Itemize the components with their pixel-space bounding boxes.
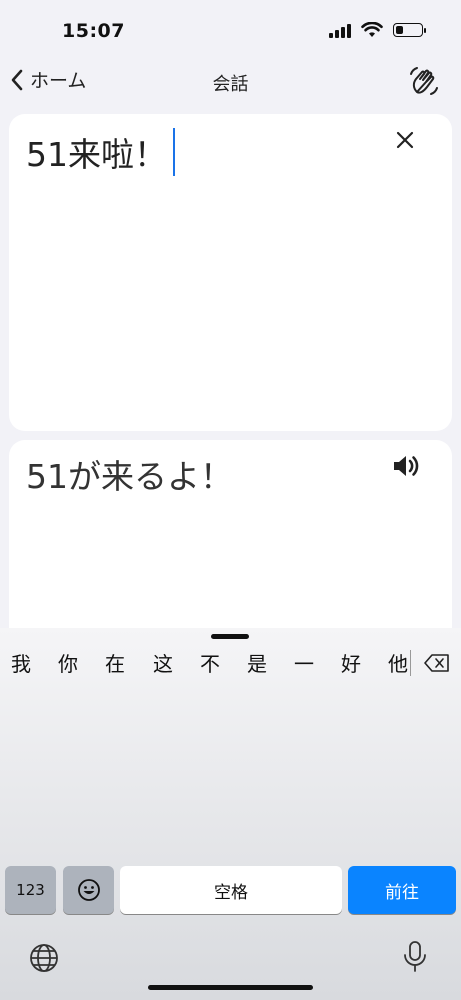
candidate-word[interactable]: 你 bbox=[58, 648, 78, 677]
dictation-button[interactable] bbox=[402, 940, 428, 974]
candidate-bar: 我 你 在 这 不 是 一 好 他 bbox=[0, 648, 461, 678]
candidate-word[interactable]: 这 bbox=[153, 648, 173, 677]
microphone-icon bbox=[404, 941, 426, 972]
text-caret bbox=[173, 128, 175, 176]
keyboard: 我 你 在 这 不 是 一 好 他 bbox=[0, 628, 461, 1000]
candidate-word[interactable]: 一 bbox=[294, 648, 314, 677]
candidate-word[interactable]: 他 bbox=[388, 648, 408, 677]
globe-button[interactable] bbox=[28, 942, 60, 974]
battery-icon bbox=[393, 23, 426, 37]
input-text: 51来啦！ bbox=[26, 135, 167, 174]
clear-button[interactable] bbox=[390, 126, 420, 156]
wave-hand-icon bbox=[410, 67, 438, 95]
input-card[interactable]: 51来啦！ bbox=[9, 114, 452, 431]
candidate-word[interactable]: 我 bbox=[11, 648, 31, 677]
numbers-key[interactable]: 123 bbox=[5, 866, 56, 914]
globe-icon bbox=[30, 944, 58, 972]
status-icons bbox=[329, 22, 426, 38]
status-time: 15:07 bbox=[62, 20, 125, 42]
backspace-icon bbox=[424, 654, 449, 672]
wifi-icon bbox=[361, 22, 383, 37]
candidate-word[interactable]: 是 bbox=[247, 648, 267, 677]
home-indicator bbox=[148, 985, 313, 990]
input-field[interactable]: 51来啦！ bbox=[26, 128, 175, 176]
nav-bar: ホーム 会話 bbox=[0, 60, 461, 104]
emoji-key[interactable] bbox=[63, 866, 114, 914]
speaker-icon bbox=[394, 456, 419, 476]
wave-hand-button[interactable] bbox=[407, 64, 441, 98]
translation-text: 51が来るよ！ bbox=[26, 457, 233, 496]
emoji-icon bbox=[77, 879, 100, 901]
status-bar: 15:07 bbox=[0, 0, 461, 60]
battery-level bbox=[396, 26, 403, 34]
candidate-word[interactable]: 好 bbox=[341, 648, 361, 677]
candidate-word[interactable]: 不 bbox=[200, 648, 220, 677]
speak-button[interactable] bbox=[390, 450, 422, 482]
return-key[interactable]: 前往 bbox=[348, 866, 456, 914]
close-icon bbox=[396, 131, 414, 149]
candidate-divider bbox=[410, 650, 411, 676]
keyboard-grabber[interactable] bbox=[211, 634, 249, 639]
space-key[interactable]: 空格 bbox=[120, 866, 342, 914]
cellular-signal-icon bbox=[329, 22, 351, 38]
candidate-word[interactable]: 在 bbox=[105, 648, 125, 677]
page-title: 会話 bbox=[212, 74, 249, 95]
delete-candidate-button[interactable] bbox=[424, 654, 450, 672]
